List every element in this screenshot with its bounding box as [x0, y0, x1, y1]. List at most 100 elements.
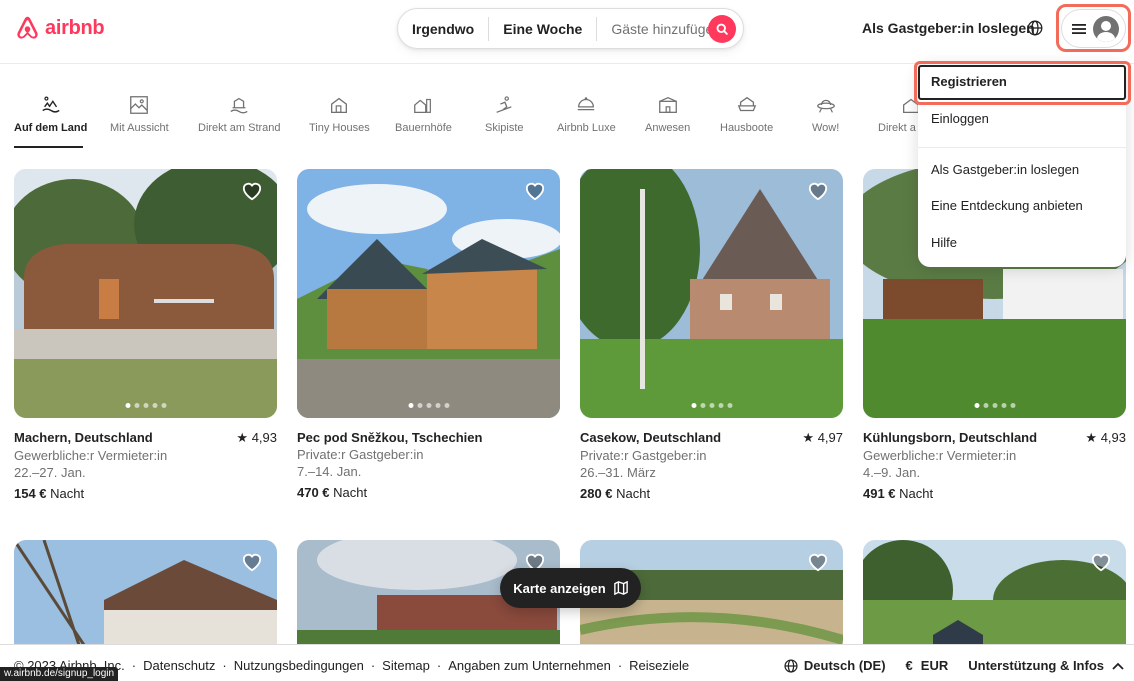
view-icon [130, 96, 149, 114]
show-map-button[interactable]: Karte anzeigen [500, 568, 641, 608]
heart-icon[interactable] [807, 181, 829, 201]
support-button[interactable]: Unterstützung & Infos [968, 658, 1124, 673]
category-tiny-houses[interactable]: Tiny Houses [309, 94, 370, 134]
language-button[interactable] [1024, 17, 1046, 39]
category-hausboote[interactable]: Hausboote [720, 94, 773, 134]
listing-card[interactable] [14, 540, 277, 660]
category-airbnb-luxe[interactable]: Airbnb Luxe [557, 94, 616, 134]
category-label: Anwesen [645, 122, 691, 134]
listing-rating: ★ 4,97 [802, 430, 843, 445]
luxe-icon [578, 97, 595, 111]
category-label: Hausboote [720, 122, 774, 134]
category-auf-dem-land[interactable]: Auf dem Land [14, 94, 87, 134]
listing-photo-image [580, 169, 843, 418]
photo-pagination [691, 403, 732, 408]
listing-host-type: Private:r Gastgeber:in [580, 448, 707, 463]
highlight-user-menu [1056, 4, 1131, 52]
logo-text: airbnb [45, 17, 105, 39]
listing-card[interactable]: Machern, Deutschland ★ 4,93 Gewerbliche:r… [14, 169, 277, 501]
chevron-up-icon [1112, 662, 1124, 670]
footer: © 2023 Airbnb, Inc. · Datenschutz · Nutz… [0, 644, 1134, 681]
listing-price-unit: Nacht [50, 486, 85, 501]
globe-icon [1027, 20, 1043, 36]
listing-card[interactable] [863, 540, 1126, 660]
heart-icon[interactable] [524, 181, 546, 201]
listing-rating: ★ 4,93 [1085, 430, 1126, 445]
currency-label: EUR [920, 658, 949, 673]
footer-link-company[interactable]: Angaben zum Unternehmen [448, 658, 611, 673]
listing-price-unit: Nacht [616, 486, 651, 501]
listing-title: Pec pod Sněžkou, Tschechien [297, 430, 483, 445]
airbnb-logo-icon [17, 16, 38, 39]
heart-icon[interactable] [241, 552, 263, 572]
category-label: Mit Aussicht [110, 122, 169, 134]
listing-photo[interactable] [297, 169, 560, 418]
listing-card[interactable]: Pec pod Sněžkou, Tschechien Private:r Ga… [297, 169, 560, 500]
currency-selector[interactable]: € EUR [906, 658, 949, 673]
search-bar[interactable]: Irgendwo Eine Woche Gäste hinzufügen [397, 8, 744, 49]
listing-dates: 7.–14. Jan. [297, 464, 362, 479]
listing-price: 470 € [297, 485, 330, 500]
listing-card[interactable]: Casekow, Deutschland ★ 4,97 Private:r Gas… [580, 169, 843, 501]
globe-icon [784, 658, 798, 673]
category-direkt-am-strand[interactable]: Direkt am Strand [198, 94, 281, 134]
listing-host-type: Private:r Gastgeber:in [297, 447, 424, 462]
category-wow[interactable]: Wow! [812, 94, 839, 134]
show-map-label: Karte anzeigen [513, 580, 606, 596]
menu-divider [918, 147, 1126, 148]
search-when[interactable]: Eine Woche [489, 21, 596, 37]
heart-icon[interactable] [241, 181, 263, 201]
listing-photo[interactable] [14, 169, 277, 418]
listing-photo-image [14, 540, 277, 660]
search-button[interactable] [708, 15, 736, 43]
heart-icon[interactable] [807, 552, 829, 572]
photo-pagination [408, 403, 449, 408]
listing-dates: 4.–9. Jan. [863, 465, 921, 480]
listing-photo[interactable] [14, 540, 277, 660]
footer-settings: Deutsch (DE) € EUR Unterstützung & Infos [784, 658, 1124, 673]
separator: · [370, 658, 376, 673]
footer-link-destinations[interactable]: Reiseziele [629, 658, 689, 673]
photo-pagination [974, 403, 1015, 408]
category-bauernhoefe[interactable]: Bauernhöfe [395, 94, 452, 134]
category-skipiste[interactable]: Skipiste [485, 94, 524, 134]
listing-price-unit: Nacht [899, 486, 934, 501]
category-mit-aussicht[interactable]: Mit Aussicht [110, 94, 169, 134]
menu-item-help[interactable]: Hilfe [918, 235, 1126, 250]
category-anwesen[interactable]: Anwesen [645, 94, 690, 134]
listing-photo[interactable] [863, 540, 1126, 660]
support-label: Unterstützung & Infos [968, 658, 1104, 673]
category-label: Direkt am Strand [198, 122, 281, 134]
beach-icon [230, 97, 248, 114]
listing-photo-image [863, 540, 1126, 660]
category-label: Auf dem Land [14, 122, 88, 134]
register-focus-ring [918, 65, 1126, 100]
farm-icon [414, 98, 432, 113]
listing-dates: 26.–31. März [580, 465, 656, 480]
status-bar-url: w.airbnb.de/signup_login [0, 667, 119, 681]
listing-host-type: Gewerbliche:r Vermieter:in [863, 448, 1017, 463]
language-selector[interactable]: Deutsch (DE) [784, 658, 886, 673]
language-label: Deutsch (DE) [803, 658, 886, 673]
menu-item-experience[interactable]: Eine Entdeckung anbieten [918, 198, 1126, 213]
category-label: Skipiste [485, 122, 524, 134]
listing-price: 280 € [580, 486, 613, 501]
footer-link-sitemap[interactable]: Sitemap [382, 658, 430, 673]
airbnb-logo[interactable]: airbnb [14, 14, 105, 43]
heart-icon[interactable] [1090, 552, 1112, 572]
category-label: Airbnb Luxe [557, 122, 616, 134]
menu-item-login[interactable]: Einloggen [918, 111, 1126, 126]
search-where[interactable]: Irgendwo [398, 21, 488, 37]
listing-price-unit: Nacht [333, 485, 368, 500]
currency-symbol: € [905, 658, 913, 673]
listing-title: Casekow, Deutschland [580, 430, 722, 445]
separator: · [617, 658, 623, 673]
footer-link-terms[interactable]: Nutzungsbedingungen [234, 658, 364, 673]
photo-pagination [125, 403, 166, 408]
footer-link-privacy[interactable]: Datenschutz [143, 658, 215, 673]
menu-item-host[interactable]: Als Gastgeber:in loslegen [918, 162, 1126, 177]
listing-price: 491 € [863, 486, 896, 501]
mansion-icon [658, 96, 677, 113]
become-host-link[interactable]: Als Gastgeber:in loslegen [862, 20, 1035, 36]
listing-photo[interactable] [580, 169, 843, 418]
